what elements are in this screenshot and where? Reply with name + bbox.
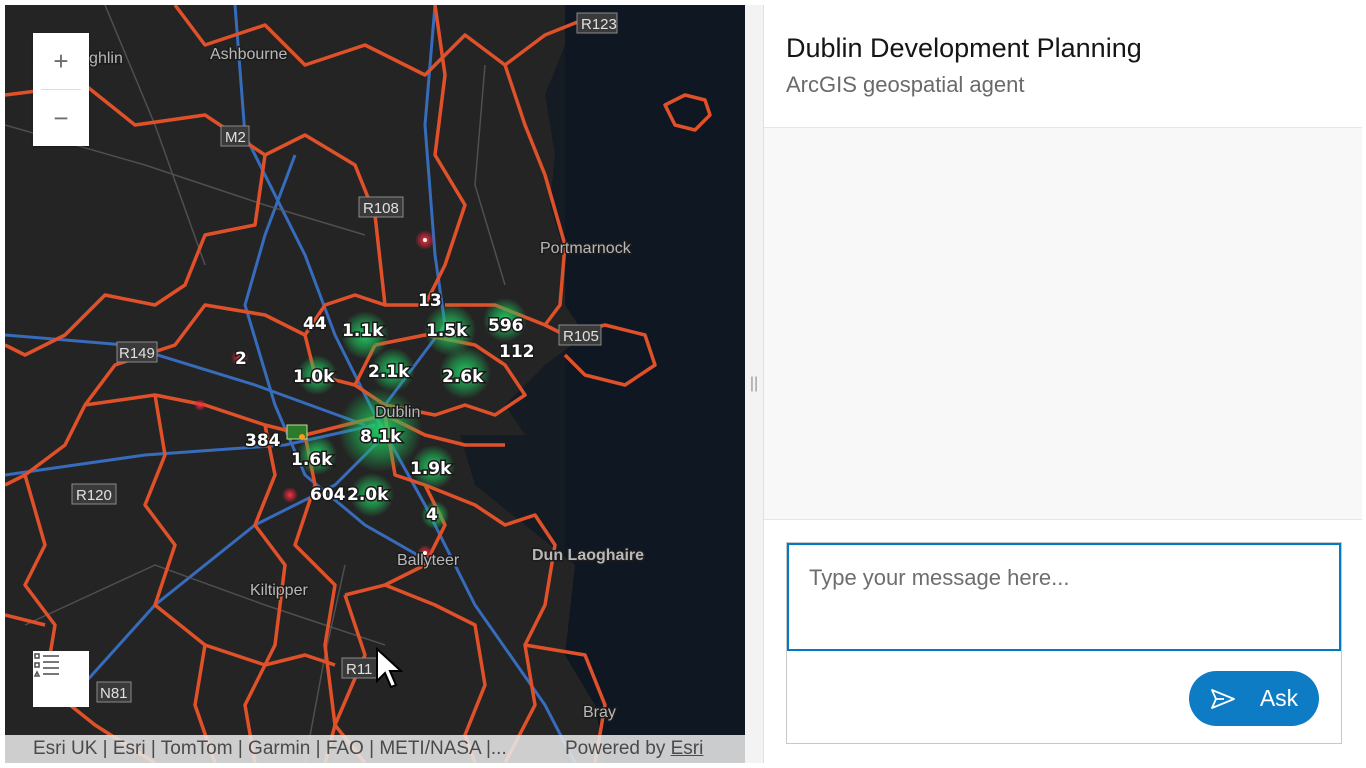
- cluster-label[interactable]: 2.0k: [346, 484, 391, 507]
- attribution-sources[interactable]: Esri UK | Esri | TomTom | Garmin | FAO |…: [33, 738, 507, 760]
- road-shield: R123: [576, 12, 618, 34]
- cluster-label[interactable]: 1.6k: [290, 449, 335, 472]
- ask-button[interactable]: Ask: [1189, 671, 1319, 726]
- composer-box: Ask: [786, 542, 1342, 744]
- zoom-in-button[interactable]: +: [33, 33, 89, 89]
- cluster-label[interactable]: 13: [417, 290, 444, 313]
- panel-splitter[interactable]: ||: [745, 5, 763, 763]
- place-label: Dublin: [375, 404, 420, 421]
- cluster-label[interactable]: 1.1k: [341, 320, 386, 343]
- road-shield: R149: [116, 341, 158, 363]
- legend-list-icon: [33, 653, 59, 677]
- map-view[interactable]: Dunboughlin Ashbourne Portmarnock Dublin…: [5, 5, 745, 763]
- svg-text:N81: N81: [100, 685, 128, 702]
- panel-header: Dublin Development Planning ArcGIS geosp…: [764, 5, 1362, 128]
- cluster-label[interactable]: 604: [309, 484, 348, 507]
- road-shield: N81: [96, 681, 132, 703]
- legend-button[interactable]: [33, 651, 89, 707]
- cluster-label[interactable]: 8.1k: [359, 426, 404, 449]
- road-shield: M2: [220, 125, 250, 147]
- panel-subtitle: ArcGIS geospatial agent: [786, 72, 1025, 97]
- svg-text:M2: M2: [225, 129, 246, 146]
- esri-link[interactable]: Esri: [671, 738, 704, 759]
- road-shield: R105: [558, 324, 602, 346]
- ask-label: Ask: [1259, 685, 1299, 711]
- cluster-label[interactable]: 1.9k: [409, 458, 454, 481]
- app: Dunboughlin Ashbourne Portmarnock Dublin…: [0, 0, 1366, 768]
- cluster-label[interactable]: 596: [487, 315, 526, 338]
- cluster-label[interactable]: 2.1k: [367, 361, 412, 384]
- place-label: Kiltipper: [250, 582, 308, 599]
- svg-text:R11: R11: [346, 661, 372, 678]
- splitter-grip-icon: ||: [749, 375, 759, 392]
- svg-text:R149: R149: [119, 345, 155, 362]
- send-icon: [1210, 688, 1235, 709]
- message-input[interactable]: [787, 543, 1341, 651]
- svg-text:R105: R105: [563, 328, 599, 345]
- place-label: Bray: [583, 704, 616, 721]
- cluster-label[interactable]: 2: [234, 348, 249, 371]
- svg-text:R123: R123: [581, 16, 617, 33]
- cluster-label[interactable]: 4: [425, 504, 440, 527]
- chat-messages-area: [764, 128, 1362, 519]
- panel-title: Dublin Development Planning: [786, 33, 1142, 63]
- powered-by-text: Powered by: [565, 738, 666, 759]
- cluster-label[interactable]: 2.6k: [441, 366, 486, 389]
- chat-panel: Dublin Development Planning ArcGIS geosp…: [763, 5, 1362, 764]
- svg-text:R120: R120: [76, 487, 112, 504]
- cluster-label[interactable]: 1.5k: [425, 320, 470, 343]
- place-label: Ballyteer: [397, 552, 460, 569]
- svg-text:R108: R108: [363, 200, 399, 217]
- cluster-label[interactable]: 384: [244, 430, 283, 453]
- road-shield: R11: [341, 657, 379, 679]
- zoom-control: + −: [33, 33, 89, 146]
- road-shield: R108: [358, 196, 404, 218]
- zoom-out-button[interactable]: −: [33, 90, 89, 146]
- powered-by: Powered by Esri: [565, 738, 703, 760]
- cluster-label[interactable]: 112: [498, 341, 537, 364]
- map-attribution: Esri UK | Esri | TomTom | Garmin | FAO |…: [5, 735, 745, 763]
- place-label: Portmarnock: [540, 240, 632, 257]
- cluster-label[interactable]: 44: [302, 313, 329, 336]
- road-shield: R120: [71, 483, 117, 505]
- message-composer: Ask: [764, 519, 1362, 764]
- place-label: Dun Laoghaire: [532, 547, 644, 564]
- place-label: Ashbourne: [210, 46, 287, 63]
- cluster-label[interactable]: 1.0k: [292, 366, 337, 389]
